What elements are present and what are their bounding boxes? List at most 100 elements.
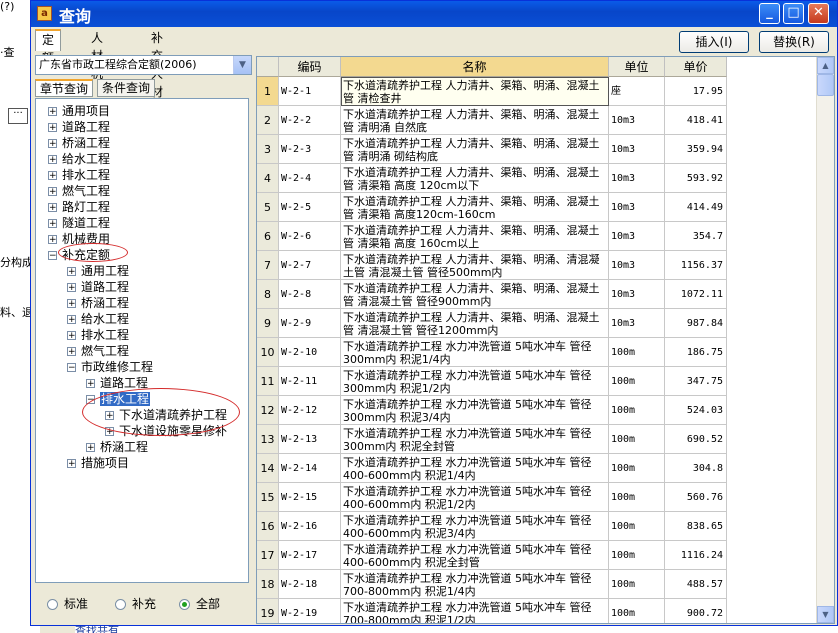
cell-code: W-2-6 (279, 222, 341, 251)
expand-icon[interactable]: + (86, 443, 95, 453)
annotation-circle (58, 243, 128, 262)
expand-icon[interactable]: + (48, 123, 57, 133)
insert-button[interactable]: 插入(I) (679, 31, 749, 53)
tab-condition-query[interactable]: 条件查询 (97, 79, 156, 97)
table-row[interactable]: 15 W-2-15 下水道清疏养护工程 水力冲洗管道 5吨水冲车 管径400-600… (257, 483, 727, 512)
table-header: 编码 名称 单位 单价 (257, 57, 727, 77)
table-row[interactable]: 4 W-2-4 下水道清疏养护工程 人力清井、渠箱、明涌、混凝土管 清渠箱 高度 1… (257, 164, 727, 193)
tab-chapter-query[interactable]: 章节查询 (35, 79, 94, 97)
cell-price: 488.57 (665, 570, 727, 599)
title-bar[interactable]: a 查询 _ □ ✕ (31, 1, 837, 27)
row-number: 16 (257, 512, 279, 541)
close-button[interactable]: ✕ (808, 3, 829, 24)
collapse-icon[interactable]: − (67, 363, 76, 373)
row-number: 1 (257, 77, 279, 106)
tree-node[interactable]: + 桥涵工程 (86, 439, 148, 455)
table-row[interactable]: 9 W-2-9 下水道清疏养护工程 人力清井、渠箱、明涌、混凝土管 清混凝土管 管径… (257, 309, 727, 338)
expand-icon[interactable]: + (48, 139, 57, 149)
tree-node[interactable]: + 桥涵工程 (48, 135, 110, 151)
tree-node[interactable]: + 燃气工程 (48, 183, 110, 199)
tree-node[interactable]: + 路灯工程 (48, 199, 110, 215)
expand-icon[interactable]: + (67, 459, 76, 469)
cell-name: 下水道清疏养护工程 水力冲洗管道 5吨水冲车 管径400-600mm内 积泥1/… (341, 483, 609, 512)
table-row[interactable]: 1 W-2-1 下水道清疏养护工程 人力清井、渠箱、明涌、混凝土管 清检查井座 17.… (257, 77, 727, 106)
table-row[interactable]: 8 W-2-8 下水道清疏养护工程 人力清井、渠箱、明涌、混凝土管 清混凝土管 管径… (257, 280, 727, 309)
expand-icon[interactable]: + (67, 283, 76, 293)
table-row[interactable]: 12 W-2-12 下水道清疏养护工程 水力冲洗管道 5吨水冲车 管径300mm内 … (257, 396, 727, 425)
expand-icon[interactable]: + (67, 315, 76, 325)
row-number: 10 (257, 338, 279, 367)
expand-icon[interactable]: + (48, 235, 57, 245)
tree-node[interactable]: + 道路工程 (48, 119, 110, 135)
expand-icon[interactable]: + (67, 347, 76, 357)
radio-supplement[interactable]: 补充 (115, 595, 156, 612)
tree-node[interactable]: + 通用工程 (67, 263, 129, 279)
tree-node[interactable]: + 桥涵工程 (67, 295, 129, 311)
tree-node[interactable]: + 燃气工程 (67, 343, 129, 359)
table-row[interactable]: 17 W-2-17 下水道清疏养护工程 水力冲洗管道 5吨水冲车 管径400-600… (257, 541, 727, 570)
radio-standard[interactable]: 标准 (47, 595, 88, 612)
tree-node[interactable]: + 措施项目 (67, 455, 129, 471)
expand-icon[interactable]: + (48, 155, 57, 165)
cell-code: W-2-11 (279, 367, 341, 396)
quota-library-select[interactable]: 广东省市政工程综合定额(2006) ▼ (35, 55, 252, 75)
scroll-down-icon[interactable]: ▼ (817, 606, 834, 623)
expand-icon[interactable]: + (67, 299, 76, 309)
cell-code: W-2-17 (279, 541, 341, 570)
table-row[interactable]: 2 W-2-2 下水道清疏养护工程 人力清井、渠箱、明涌、混凝土管 清明涌 自然底 1… (257, 106, 727, 135)
col-header-name[interactable]: 名称 (341, 57, 609, 77)
tree-node[interactable]: + 隧道工程 (48, 215, 110, 231)
expand-icon[interactable]: + (67, 331, 76, 341)
expand-icon[interactable]: + (48, 203, 57, 213)
tab-material[interactable]: 人材机 (85, 29, 109, 81)
quota-library-value: 广东省市政工程综合定额(2006) (39, 58, 197, 71)
vertical-scrollbar[interactable]: ▲ ▼ (816, 57, 834, 623)
tree-node[interactable]: − 市政维修工程 (67, 359, 153, 375)
expand-icon[interactable]: + (48, 107, 57, 117)
tree-node[interactable]: + 排水工程 (48, 167, 110, 183)
table-row[interactable]: 13 W-2-13 下水道清疏养护工程 水力冲洗管道 5吨水冲车 管径300mm内 … (257, 425, 727, 454)
tab-supplementary-material[interactable]: 补充人材机 (145, 29, 169, 117)
col-header-price[interactable]: 单价 (665, 57, 727, 77)
table-row[interactable]: 18 W-2-18 下水道清疏养护工程 水力冲洗管道 5吨水冲车 管径700-800… (257, 570, 727, 599)
table-row[interactable]: 16 W-2-16 下水道清疏养护工程 水力冲洗管道 5吨水冲车 管径400-600… (257, 512, 727, 541)
tab-quota[interactable]: 定额 (35, 29, 62, 65)
expand-icon[interactable]: + (48, 187, 57, 197)
scroll-thumb[interactable] (817, 74, 834, 96)
chapter-tree[interactable]: + 通用项目 + 道路工程 + 桥涵工程 + 给水工程 + 排水工程 + 燃气工程 + 路灯工程 + 隧道工程… (35, 98, 249, 583)
background-text: 料、退 (0, 306, 33, 319)
collapse-icon[interactable]: − (48, 251, 57, 261)
table-row[interactable]: 10 W-2-10 下水道清疏养护工程 水力冲洗管道 5吨水冲车 管径300mm内 … (257, 338, 727, 367)
chevron-down-icon[interactable]: ▼ (233, 56, 251, 74)
table-row[interactable]: 14 W-2-14 下水道清疏养护工程 水力冲洗管道 5吨水冲车 管径400-600… (257, 454, 727, 483)
radio-all[interactable]: 全部 (179, 595, 220, 612)
row-number: 9 (257, 309, 279, 338)
expand-icon[interactable]: + (86, 379, 95, 389)
replace-button[interactable]: 替换(R) (759, 31, 829, 53)
expand-icon[interactable]: + (48, 219, 57, 229)
col-header-unit[interactable]: 单位 (609, 57, 665, 77)
tree-node[interactable]: + 给水工程 (48, 151, 110, 167)
cell-price: 593.92 (665, 164, 727, 193)
maximize-button[interactable]: □ (783, 3, 804, 24)
table-row[interactable]: 19 W-2-19 下水道清疏养护工程 水力冲洗管道 5吨水冲车 管径700-800… (257, 599, 727, 623)
table-row[interactable]: 5 W-2-5 下水道清疏养护工程 人力清井、渠箱、明涌、混凝土管 清渠箱 高度12… (257, 193, 727, 222)
minimize-button[interactable]: _ (759, 3, 780, 24)
tree-node[interactable]: + 排水工程 (67, 327, 129, 343)
table-row[interactable]: 6 W-2-6 下水道清疏养护工程 人力清井、渠箱、明涌、混凝土管 清渠箱 高度 1… (257, 222, 727, 251)
row-number: 8 (257, 280, 279, 309)
col-header-code[interactable]: 编码 (279, 57, 341, 77)
scroll-up-icon[interactable]: ▲ (817, 57, 834, 74)
tree-node[interactable]: + 给水工程 (67, 311, 129, 327)
table-row[interactable]: 3 W-2-3 下水道清疏养护工程 人力清井、渠箱、明涌、混凝土管 清明涌 砌结构底… (257, 135, 727, 164)
tree-node[interactable]: + 道路工程 (67, 279, 129, 295)
background-ellipsis-button[interactable]: ··· (8, 108, 28, 124)
tree-node-label: 给水工程 (81, 312, 130, 326)
cell-name: 下水道清疏养护工程 人力清井、渠箱、明涌、混凝土管 清混凝土管 管径900mm内 (341, 280, 609, 309)
table-row[interactable]: 7 W-2-7 下水道清疏养护工程 人力清井、渠箱、明涌、清混凝土管 清混凝土管 管… (257, 251, 727, 280)
cell-name: 下水道清疏养护工程 水力冲洗管道 5吨水冲车 管径400-600mm内 积泥3/… (341, 512, 609, 541)
expand-icon[interactable]: + (48, 171, 57, 181)
expand-icon[interactable]: + (67, 267, 76, 277)
table-row[interactable]: 11 W-2-11 下水道清疏养护工程 水力冲洗管道 5吨水冲车 管径300mm内 … (257, 367, 727, 396)
tree-node[interactable]: + 通用项目 (48, 103, 110, 119)
